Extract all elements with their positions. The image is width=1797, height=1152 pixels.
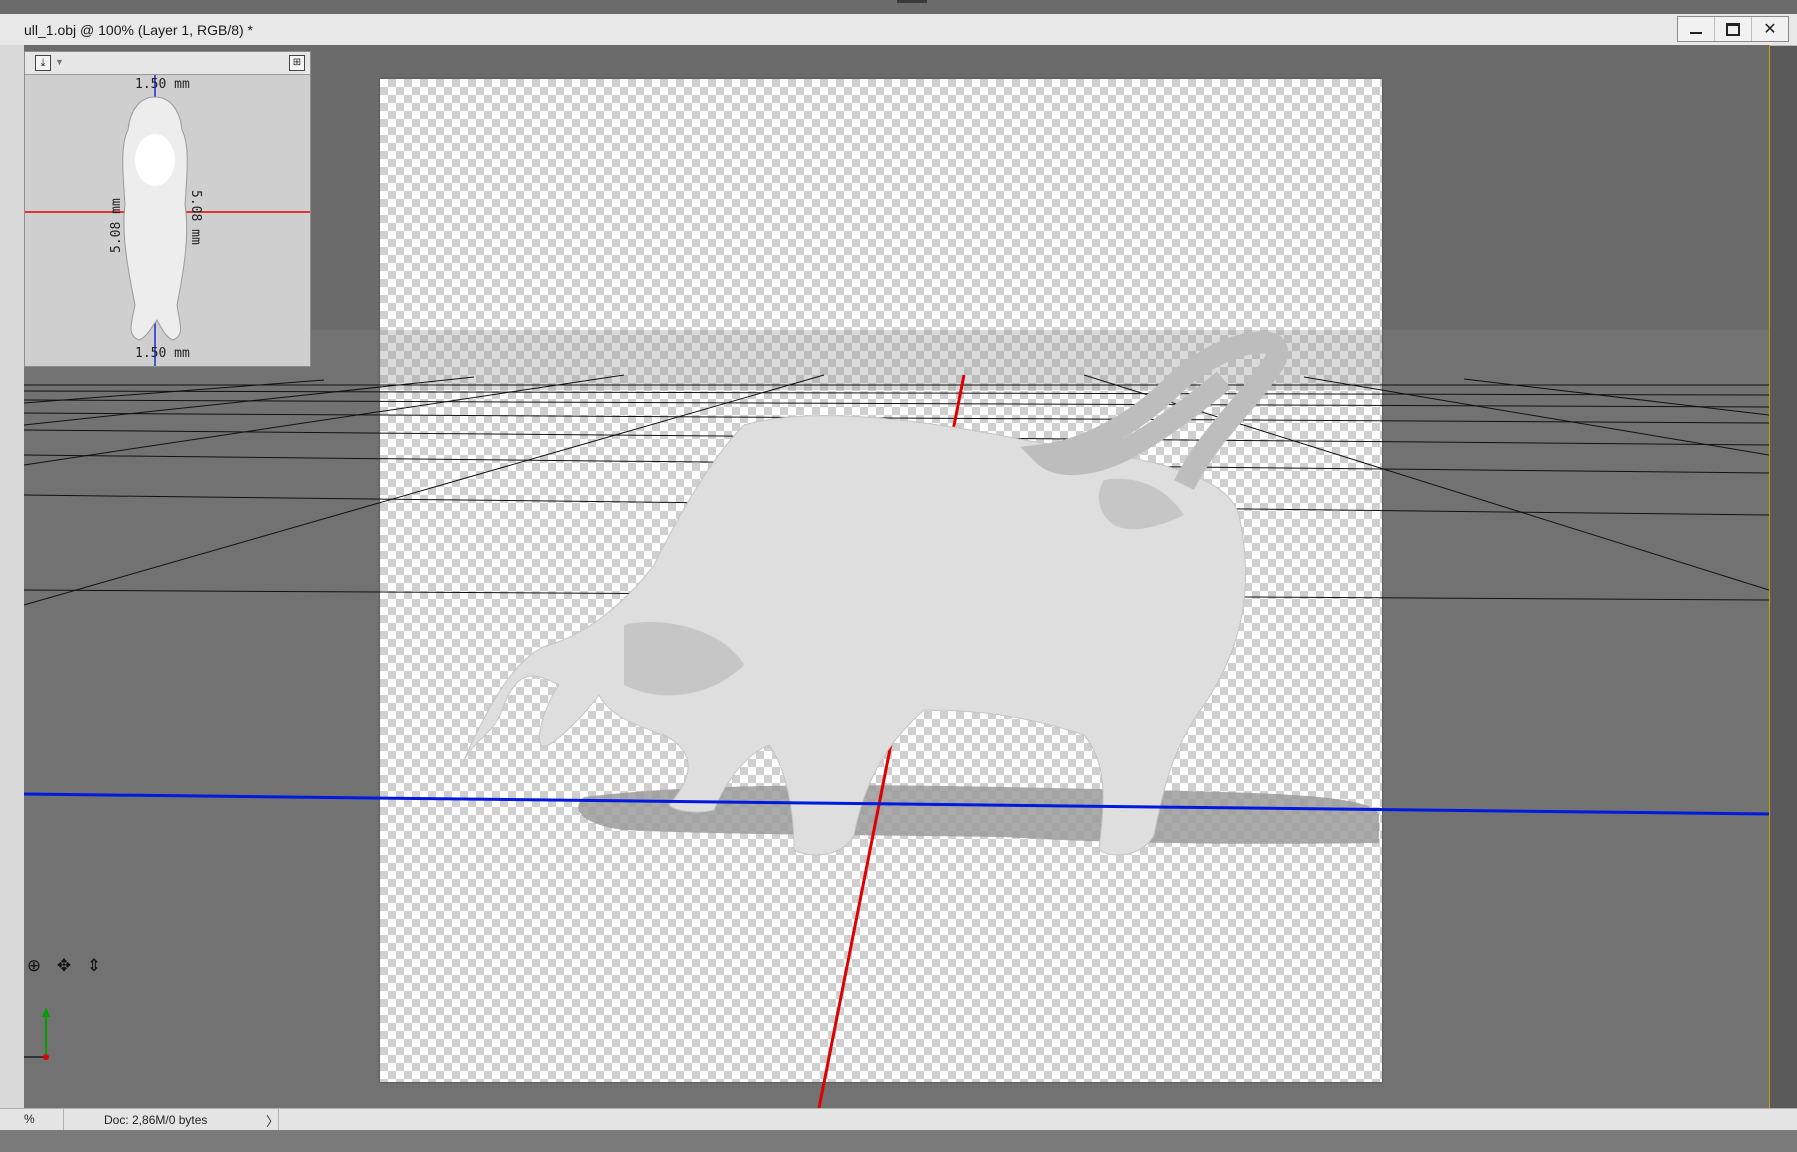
expand-panel-icon[interactable]: ⊞ (289, 55, 305, 71)
window-controls: ✕ (1677, 16, 1789, 42)
left-gutter (0, 45, 24, 1127)
orbit-icon[interactable]: ⊕ (24, 956, 44, 976)
status-divider-end (278, 1109, 279, 1131)
top-view-svg (25, 75, 310, 366)
minimize-icon (1690, 32, 1702, 34)
secondary-view-header: ⤓ ▼ ⊞ (25, 52, 310, 75)
dim-bottom-label: 1.50 mm (135, 346, 190, 361)
dim-left-label: 5.08 mm (109, 198, 124, 253)
top-strip (0, 0, 1797, 15)
document-titlebar: ull_1.obj @ 100% (Layer 1, RGB/8) * ✕ (0, 14, 1797, 46)
axis-gizmo (24, 1007, 50, 1060)
chevron-down-icon[interactable]: ▼ (55, 57, 64, 67)
restore-icon (1726, 22, 1740, 36)
zoom-field[interactable]: % (24, 1112, 35, 1126)
secondary-view-panel[interactable]: ⤓ ▼ ⊞ 1.50 mm 1.50 mm 5.08 mm 5.08 mm (24, 51, 311, 367)
document-title: ull_1.obj @ 100% (Layer 1, RGB/8) * (24, 22, 253, 38)
close-button[interactable]: ✕ (1751, 17, 1788, 41)
close-icon: ✕ (1763, 21, 1777, 38)
camera-tools: ⊕ ✥ ⇕ (24, 956, 104, 976)
dolly-icon[interactable]: ⇕ (84, 956, 104, 976)
doc-info: Doc: 2,86M/0 bytes (104, 1113, 208, 1127)
restore-button[interactable] (1714, 17, 1751, 41)
dim-top-label: 1.50 mm (135, 77, 190, 92)
secondary-view-canvas[interactable]: 1.50 mm 1.50 mm 5.08 mm 5.08 mm (25, 75, 310, 366)
status-bar: % Doc: 2,86M/0 bytes 〉 (0, 1108, 1797, 1131)
pan-icon[interactable]: ✥ (54, 956, 74, 976)
bull-model (463, 331, 1289, 856)
bottom-strip (0, 1130, 1797, 1152)
status-divider (63, 1109, 64, 1131)
panel-notch[interactable] (897, 0, 927, 3)
minimize-button[interactable] (1678, 17, 1714, 41)
dim-right-label: 5.08 mm (188, 190, 203, 245)
download-icon[interactable]: ⤓ (35, 55, 51, 71)
